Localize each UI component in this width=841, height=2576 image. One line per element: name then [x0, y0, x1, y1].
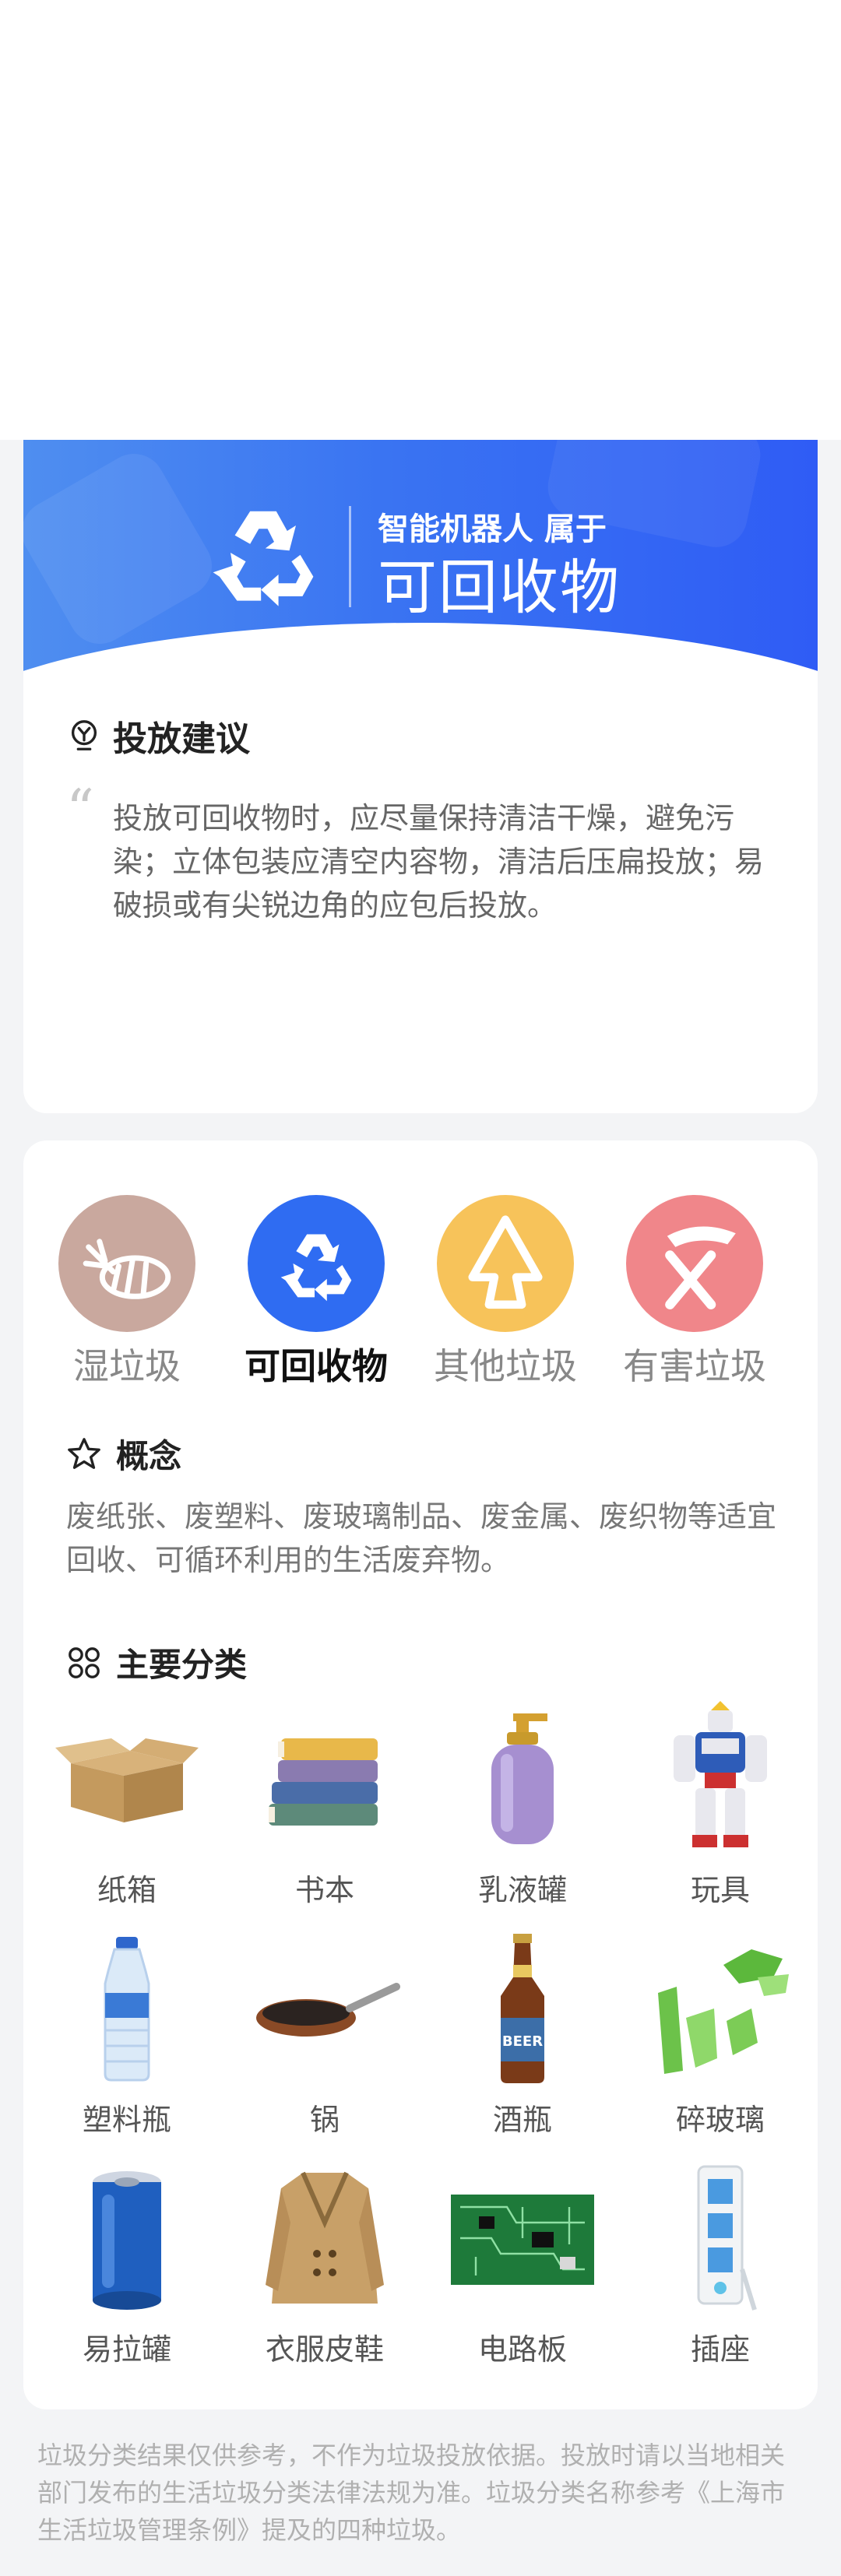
tab-label: 有害垃圾 [623, 1345, 766, 1387]
item-circuit-board[interactable]: 电路板 [429, 2160, 616, 2368]
quote-icon: “ [66, 778, 94, 842]
main-types-title: 主要分类 [116, 1646, 248, 1684]
main-types-header: 主要分类 [66, 1639, 247, 1686]
fish-bone-icon [58, 1195, 195, 1332]
robot-toy-icon [674, 1701, 767, 1847]
books-icon [269, 1738, 378, 1826]
jacket-icon [266, 2171, 384, 2304]
banner-decoration [23, 442, 223, 655]
item-label: 塑料瓶 [82, 2103, 171, 2137]
tab-recyclable[interactable]: 可回收物 [223, 1195, 410, 1390]
soda-can-icon [93, 2171, 161, 2310]
item-label: 酒瓶 [492, 2103, 552, 2137]
result-banner: 智能机器人 属于 可回收物 [23, 440, 818, 677]
tab-other-waste[interactable]: 其他垃圾 [412, 1195, 599, 1390]
item-broken-glass[interactable]: 碎玻璃 [627, 1931, 814, 2138]
disclaimer-text: 垃圾分类结果仅供参考，不作为垃圾投放依据。投放时请以当地相关部门发布的生活垃圾分… [37, 2441, 786, 2545]
item-label: 电路板 [477, 2332, 567, 2367]
recycle-icon [248, 1195, 385, 1332]
item-robot-toy[interactable]: 玩具 [627, 1701, 814, 1909]
tab-label: 可回收物 [245, 1345, 388, 1387]
top-blank-area [0, 0, 841, 440]
item-label: 书本 [294, 1873, 354, 1907]
star-icon [68, 1437, 100, 1469]
item-label: 插座 [690, 2332, 750, 2367]
advice-text: 投放可回收物时，应尽量保持清洁干燥，避免污染；立体包装应清空内容物，清洁后压扁投… [113, 801, 765, 923]
concept-text: 废纸张、废塑料、废玻璃制品、废金属、废织物等适宜回收、可循环利用的生活废弃物。 [66, 1499, 777, 1577]
battery-cross-icon [626, 1195, 763, 1332]
item-label: 玩具 [690, 1873, 750, 1907]
item-label: 碎玻璃 [675, 2103, 765, 2137]
plastic-bottle-icon [104, 1937, 150, 2082]
recycle-icon [213, 511, 314, 606]
advice-title: 投放建议 [113, 719, 250, 759]
tab-label: 湿垃圾 [73, 1345, 181, 1387]
frying-pan-icon [256, 1983, 400, 2037]
item-cardboard-box[interactable]: 纸箱 [33, 1701, 220, 1909]
item-beer-bottle[interactable]: BEER 酒瓶 [429, 1931, 616, 2138]
item-books[interactable]: 书本 [231, 1701, 418, 1909]
svg-text:BEER: BEER [502, 2033, 543, 2050]
concept-header: 概念 [66, 1430, 181, 1478]
item-power-strip[interactable]: 插座 [627, 2160, 814, 2368]
item-soda-can[interactable]: 易拉罐 [33, 2160, 220, 2368]
item-label: 锅 [309, 2103, 340, 2137]
item-label: 乳液罐 [477, 1873, 567, 1907]
item-label: 易拉罐 [82, 2332, 171, 2367]
advice-header: 投放建议 [66, 712, 250, 759]
lotion-bottle-icon [491, 1713, 554, 1844]
banner-divider [349, 506, 351, 607]
item-lotion-bottle[interactable]: 乳液罐 [429, 1701, 616, 1909]
category-card: 湿垃圾 可回收物 其他垃圾 有害垃圾 概念 废纸张、废塑料、废玻璃制品、废金属、… [23, 1140, 818, 2409]
item-label: 纸箱 [97, 1873, 157, 1907]
item-jacket[interactable]: 衣服皮鞋 [231, 2160, 418, 2368]
power-strip-icon [697, 2165, 757, 2311]
concept-title: 概念 [116, 1437, 182, 1475]
grid-icon [69, 1646, 100, 1678]
tab-label: 其他垃圾 [434, 1345, 577, 1387]
item-frying-pan[interactable]: 锅 [231, 1931, 418, 2138]
beer-bottle-icon: BEER [501, 1934, 544, 2083]
cardboard-box-icon [55, 1738, 199, 1822]
result-category: 可回收物 [378, 553, 621, 622]
item-plastic-bottle[interactable]: 塑料瓶 [33, 1931, 220, 2138]
tab-hazardous-waste[interactable]: 有害垃圾 [601, 1195, 788, 1390]
tab-wet-waste[interactable]: 湿垃圾 [33, 1195, 220, 1390]
result-card: 智能机器人 属于 可回收物 投放建议 “ 投放可回收物时，应尽量保持清洁干燥，避… [23, 440, 818, 1113]
banner-curve [23, 623, 818, 677]
tree-icon [437, 1195, 574, 1332]
broken-glass-icon [658, 1949, 789, 2074]
circuit-board-icon [451, 2195, 594, 2285]
item-label: 衣服皮鞋 [265, 2332, 384, 2367]
lightbulb-icon [71, 720, 97, 750]
